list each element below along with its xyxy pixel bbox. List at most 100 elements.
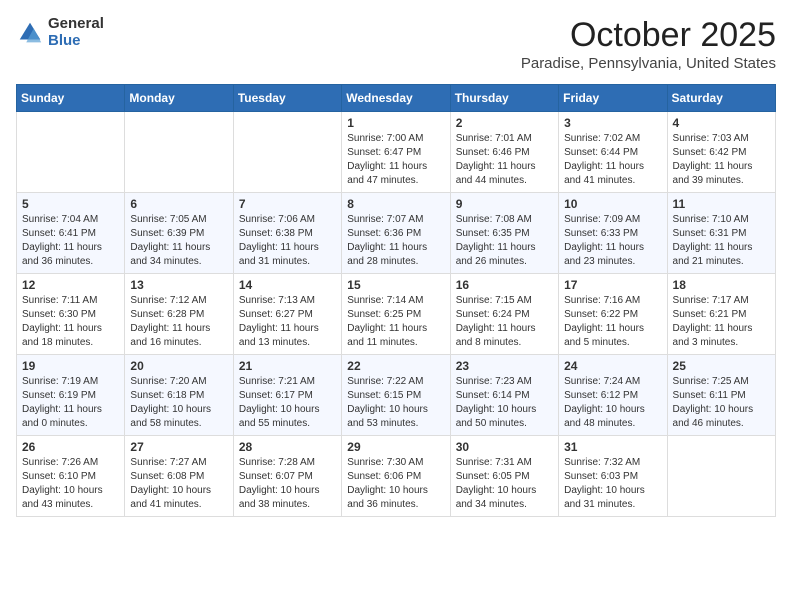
calendar-cell: 5 Sunrise: 7:04 AM Sunset: 6:41 PM Daylig… bbox=[17, 193, 125, 274]
day-number: 17 bbox=[564, 278, 661, 292]
day-number: 24 bbox=[564, 359, 661, 373]
calendar-cell bbox=[233, 112, 341, 193]
day-info: Sunrise: 7:11 AM Sunset: 6:30 PM Dayligh… bbox=[22, 294, 119, 350]
day-number: 3 bbox=[564, 116, 661, 130]
day-info: Sunrise: 7:24 AM Sunset: 6:12 PM Dayligh… bbox=[564, 375, 661, 431]
day-number: 28 bbox=[239, 440, 336, 454]
calendar-week-row: 26 Sunrise: 7:26 AM Sunset: 6:10 PM Dayli… bbox=[17, 436, 776, 517]
calendar-cell: 19 Sunrise: 7:19 AM Sunset: 6:19 PM Dayli… bbox=[17, 355, 125, 436]
calendar-cell: 10 Sunrise: 7:09 AM Sunset: 6:33 PM Dayli… bbox=[559, 193, 667, 274]
day-info: Sunrise: 7:00 AM Sunset: 6:47 PM Dayligh… bbox=[347, 132, 444, 188]
title-block: October 2025 Paradise, Pennsylvania, Uni… bbox=[521, 16, 776, 72]
calendar-week-row: 12 Sunrise: 7:11 AM Sunset: 6:30 PM Dayli… bbox=[17, 274, 776, 355]
day-number: 27 bbox=[130, 440, 227, 454]
calendar-cell: 12 Sunrise: 7:11 AM Sunset: 6:30 PM Dayli… bbox=[17, 274, 125, 355]
calendar-cell: 18 Sunrise: 7:17 AM Sunset: 6:21 PM Dayli… bbox=[667, 274, 775, 355]
calendar-cell: 31 Sunrise: 7:32 AM Sunset: 6:03 PM Dayli… bbox=[559, 436, 667, 517]
day-number: 29 bbox=[347, 440, 444, 454]
logo-blue-text: Blue bbox=[48, 33, 104, 50]
day-info: Sunrise: 7:01 AM Sunset: 6:46 PM Dayligh… bbox=[456, 132, 553, 188]
day-info: Sunrise: 7:25 AM Sunset: 6:11 PM Dayligh… bbox=[673, 375, 770, 431]
day-number: 31 bbox=[564, 440, 661, 454]
day-number: 15 bbox=[347, 278, 444, 292]
day-number: 7 bbox=[239, 197, 336, 211]
calendar-cell: 21Sunrise: 7:21 AM Sunset: 6:17 PM Dayli… bbox=[233, 355, 341, 436]
day-info: Sunrise: 7:27 AM Sunset: 6:08 PM Dayligh… bbox=[130, 456, 227, 512]
location-text: Paradise, Pennsylvania, United States bbox=[521, 55, 776, 72]
day-number: 1 bbox=[347, 116, 444, 130]
calendar-cell: 13Sunrise: 7:12 AM Sunset: 6:28 PM Dayli… bbox=[125, 274, 233, 355]
logo-icon bbox=[16, 19, 44, 47]
day-info: Sunrise: 7:13 AM Sunset: 6:27 PM Dayligh… bbox=[239, 294, 336, 350]
day-info: Sunrise: 7:03 AM Sunset: 6:42 PM Dayligh… bbox=[673, 132, 770, 188]
calendar-cell: 26 Sunrise: 7:26 AM Sunset: 6:10 PM Dayli… bbox=[17, 436, 125, 517]
calendar-cell bbox=[667, 436, 775, 517]
calendar-cell: 17Sunrise: 7:16 AM Sunset: 6:22 PM Dayli… bbox=[559, 274, 667, 355]
day-number: 11 bbox=[673, 197, 770, 211]
day-number: 25 bbox=[673, 359, 770, 373]
logo-general-text: General bbox=[48, 16, 104, 33]
calendar-cell: 6 Sunrise: 7:05 AM Sunset: 6:39 PM Daylig… bbox=[125, 193, 233, 274]
day-number: 2 bbox=[456, 116, 553, 130]
day-info: Sunrise: 7:28 AM Sunset: 6:07 PM Dayligh… bbox=[239, 456, 336, 512]
calendar-cell: 15 Sunrise: 7:14 AM Sunset: 6:25 PM Dayli… bbox=[342, 274, 450, 355]
calendar-cell: 4 Sunrise: 7:03 AM Sunset: 6:42 PM Daylig… bbox=[667, 112, 775, 193]
day-info: Sunrise: 7:32 AM Sunset: 6:03 PM Dayligh… bbox=[564, 456, 661, 512]
calendar-header-wednesday: Wednesday bbox=[342, 85, 450, 112]
day-number: 18 bbox=[673, 278, 770, 292]
day-info: Sunrise: 7:14 AM Sunset: 6:25 PM Dayligh… bbox=[347, 294, 444, 350]
day-info: Sunrise: 7:09 AM Sunset: 6:33 PM Dayligh… bbox=[564, 213, 661, 269]
day-info: Sunrise: 7:19 AM Sunset: 6:19 PM Dayligh… bbox=[22, 375, 119, 431]
calendar-week-row: 1 Sunrise: 7:00 AM Sunset: 6:47 PM Daylig… bbox=[17, 112, 776, 193]
day-number: 20 bbox=[130, 359, 227, 373]
day-number: 12 bbox=[22, 278, 119, 292]
day-info: Sunrise: 7:07 AM Sunset: 6:36 PM Dayligh… bbox=[347, 213, 444, 269]
calendar-header-monday: Monday bbox=[125, 85, 233, 112]
day-number: 16 bbox=[456, 278, 553, 292]
day-number: 4 bbox=[673, 116, 770, 130]
calendar-week-row: 5 Sunrise: 7:04 AM Sunset: 6:41 PM Daylig… bbox=[17, 193, 776, 274]
calendar-cell: 14 Sunrise: 7:13 AM Sunset: 6:27 PM Dayli… bbox=[233, 274, 341, 355]
day-info: Sunrise: 7:06 AM Sunset: 6:38 PM Dayligh… bbox=[239, 213, 336, 269]
day-info: Sunrise: 7:20 AM Sunset: 6:18 PM Dayligh… bbox=[130, 375, 227, 431]
day-number: 10 bbox=[564, 197, 661, 211]
calendar-cell: 2 Sunrise: 7:01 AM Sunset: 6:46 PM Daylig… bbox=[450, 112, 558, 193]
calendar-cell: 29 Sunrise: 7:30 AM Sunset: 6:06 PM Dayli… bbox=[342, 436, 450, 517]
day-number: 30 bbox=[456, 440, 553, 454]
calendar-cell: 9Sunrise: 7:08 AM Sunset: 6:35 PM Daylig… bbox=[450, 193, 558, 274]
calendar-cell: 8 Sunrise: 7:07 AM Sunset: 6:36 PM Daylig… bbox=[342, 193, 450, 274]
calendar-header-saturday: Saturday bbox=[667, 85, 775, 112]
day-number: 14 bbox=[239, 278, 336, 292]
day-number: 13 bbox=[130, 278, 227, 292]
day-info: Sunrise: 7:30 AM Sunset: 6:06 PM Dayligh… bbox=[347, 456, 444, 512]
calendar-cell: 1 Sunrise: 7:00 AM Sunset: 6:47 PM Daylig… bbox=[342, 112, 450, 193]
day-info: Sunrise: 7:23 AM Sunset: 6:14 PM Dayligh… bbox=[456, 375, 553, 431]
calendar-cell: 23Sunrise: 7:23 AM Sunset: 6:14 PM Dayli… bbox=[450, 355, 558, 436]
day-number: 5 bbox=[22, 197, 119, 211]
day-info: Sunrise: 7:08 AM Sunset: 6:35 PM Dayligh… bbox=[456, 213, 553, 269]
day-number: 26 bbox=[22, 440, 119, 454]
day-info: Sunrise: 7:31 AM Sunset: 6:05 PM Dayligh… bbox=[456, 456, 553, 512]
day-info: Sunrise: 7:15 AM Sunset: 6:24 PM Dayligh… bbox=[456, 294, 553, 350]
calendar-header-friday: Friday bbox=[559, 85, 667, 112]
day-number: 22 bbox=[347, 359, 444, 373]
calendar-cell: 20 Sunrise: 7:20 AM Sunset: 6:18 PM Dayli… bbox=[125, 355, 233, 436]
calendar-cell: 27 Sunrise: 7:27 AM Sunset: 6:08 PM Dayli… bbox=[125, 436, 233, 517]
calendar-cell: 30 Sunrise: 7:31 AM Sunset: 6:05 PM Dayli… bbox=[450, 436, 558, 517]
day-info: Sunrise: 7:04 AM Sunset: 6:41 PM Dayligh… bbox=[22, 213, 119, 269]
day-number: 19 bbox=[22, 359, 119, 373]
calendar-cell: 11 Sunrise: 7:10 AM Sunset: 6:31 PM Dayli… bbox=[667, 193, 775, 274]
day-number: 6 bbox=[130, 197, 227, 211]
day-info: Sunrise: 7:05 AM Sunset: 6:39 PM Dayligh… bbox=[130, 213, 227, 269]
day-info: Sunrise: 7:02 AM Sunset: 6:44 PM Dayligh… bbox=[564, 132, 661, 188]
calendar-header-tuesday: Tuesday bbox=[233, 85, 341, 112]
calendar-week-row: 19 Sunrise: 7:19 AM Sunset: 6:19 PM Dayli… bbox=[17, 355, 776, 436]
day-info: Sunrise: 7:17 AM Sunset: 6:21 PM Dayligh… bbox=[673, 294, 770, 350]
calendar-cell: 22Sunrise: 7:22 AM Sunset: 6:15 PM Dayli… bbox=[342, 355, 450, 436]
calendar-table: SundayMondayTuesdayWednesdayThursdayFrid… bbox=[16, 84, 776, 517]
day-info: Sunrise: 7:10 AM Sunset: 6:31 PM Dayligh… bbox=[673, 213, 770, 269]
calendar-cell: 3 Sunrise: 7:02 AM Sunset: 6:44 PM Daylig… bbox=[559, 112, 667, 193]
day-number: 8 bbox=[347, 197, 444, 211]
logo: General Blue bbox=[16, 16, 104, 49]
day-info: Sunrise: 7:26 AM Sunset: 6:10 PM Dayligh… bbox=[22, 456, 119, 512]
